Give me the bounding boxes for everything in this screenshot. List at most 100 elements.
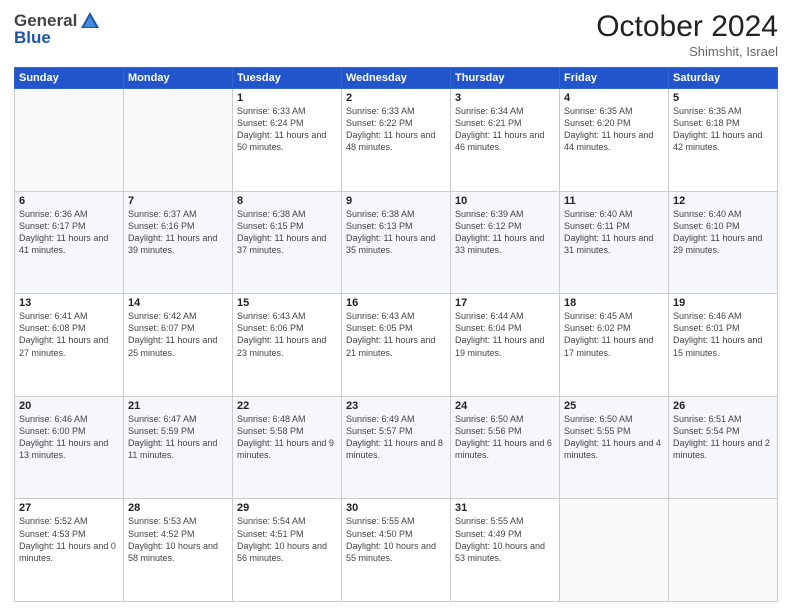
day-info: Sunrise: 5:53 AMSunset: 4:52 PMDaylight:… xyxy=(128,516,218,562)
calendar-cell xyxy=(15,89,124,192)
logo-icon xyxy=(79,10,101,32)
day-number: 31 xyxy=(455,502,555,514)
day-info: Sunrise: 6:36 AMSunset: 6:17 PMDaylight:… xyxy=(19,209,108,255)
calendar-cell: 7 Sunrise: 6:37 AMSunset: 6:16 PMDayligh… xyxy=(124,191,233,294)
calendar-cell: 21 Sunrise: 6:47 AMSunset: 5:59 PMDaylig… xyxy=(124,396,233,499)
day-info: Sunrise: 6:41 AMSunset: 6:08 PMDaylight:… xyxy=(19,311,108,357)
day-info: Sunrise: 6:43 AMSunset: 6:05 PMDaylight:… xyxy=(346,311,435,357)
day-number: 23 xyxy=(346,400,446,412)
day-number: 1 xyxy=(237,92,337,104)
day-number: 11 xyxy=(564,195,664,207)
day-info: Sunrise: 6:40 AMSunset: 6:10 PMDaylight:… xyxy=(673,209,762,255)
day-info: Sunrise: 6:35 AMSunset: 6:20 PMDaylight:… xyxy=(564,106,653,152)
calendar-cell: 30 Sunrise: 5:55 AMSunset: 4:50 PMDaylig… xyxy=(342,499,451,602)
calendar-cell: 22 Sunrise: 6:48 AMSunset: 5:58 PMDaylig… xyxy=(233,396,342,499)
day-info: Sunrise: 6:33 AMSunset: 6:22 PMDaylight:… xyxy=(346,106,435,152)
calendar-cell: 18 Sunrise: 6:45 AMSunset: 6:02 PMDaylig… xyxy=(560,294,669,397)
calendar-cell: 12 Sunrise: 6:40 AMSunset: 6:10 PMDaylig… xyxy=(669,191,778,294)
day-info: Sunrise: 6:38 AMSunset: 6:13 PMDaylight:… xyxy=(346,209,435,255)
header: General Blue October 2024 Shimshit, Isra… xyxy=(14,10,778,59)
calendar-cell: 13 Sunrise: 6:41 AMSunset: 6:08 PMDaylig… xyxy=(15,294,124,397)
calendar-cell: 3 Sunrise: 6:34 AMSunset: 6:21 PMDayligh… xyxy=(451,89,560,192)
calendar-week-4: 20 Sunrise: 6:46 AMSunset: 6:00 PMDaylig… xyxy=(15,396,778,499)
calendar-cell: 2 Sunrise: 6:33 AMSunset: 6:22 PMDayligh… xyxy=(342,89,451,192)
calendar-cell: 25 Sunrise: 6:50 AMSunset: 5:55 PMDaylig… xyxy=(560,396,669,499)
day-info: Sunrise: 6:42 AMSunset: 6:07 PMDaylight:… xyxy=(128,311,217,357)
day-number: 29 xyxy=(237,502,337,514)
day-number: 24 xyxy=(455,400,555,412)
day-number: 21 xyxy=(128,400,228,412)
day-info: Sunrise: 5:52 AMSunset: 4:53 PMDaylight:… xyxy=(19,516,116,562)
col-friday: Friday xyxy=(560,68,669,89)
col-tuesday: Tuesday xyxy=(233,68,342,89)
calendar-week-1: 1 Sunrise: 6:33 AMSunset: 6:24 PMDayligh… xyxy=(15,89,778,192)
day-number: 30 xyxy=(346,502,446,514)
day-info: Sunrise: 6:44 AMSunset: 6:04 PMDaylight:… xyxy=(455,311,544,357)
calendar-cell: 31 Sunrise: 5:55 AMSunset: 4:49 PMDaylig… xyxy=(451,499,560,602)
calendar-cell xyxy=(669,499,778,602)
day-number: 28 xyxy=(128,502,228,514)
day-number: 4 xyxy=(564,92,664,104)
calendar-cell: 10 Sunrise: 6:39 AMSunset: 6:12 PMDaylig… xyxy=(451,191,560,294)
calendar-cell: 19 Sunrise: 6:46 AMSunset: 6:01 PMDaylig… xyxy=(669,294,778,397)
day-info: Sunrise: 6:46 AMSunset: 6:00 PMDaylight:… xyxy=(19,414,108,460)
day-number: 18 xyxy=(564,297,664,309)
logo-blue: Blue xyxy=(14,28,51,48)
day-info: Sunrise: 6:47 AMSunset: 5:59 PMDaylight:… xyxy=(128,414,217,460)
day-number: 15 xyxy=(237,297,337,309)
day-info: Sunrise: 6:40 AMSunset: 6:11 PMDaylight:… xyxy=(564,209,653,255)
day-info: Sunrise: 6:45 AMSunset: 6:02 PMDaylight:… xyxy=(564,311,653,357)
day-number: 19 xyxy=(673,297,773,309)
logo: General Blue xyxy=(14,10,101,48)
day-number: 3 xyxy=(455,92,555,104)
day-number: 7 xyxy=(128,195,228,207)
day-info: Sunrise: 6:50 AMSunset: 5:56 PMDaylight:… xyxy=(455,414,552,460)
calendar-cell: 24 Sunrise: 6:50 AMSunset: 5:56 PMDaylig… xyxy=(451,396,560,499)
day-info: Sunrise: 6:33 AMSunset: 6:24 PMDaylight:… xyxy=(237,106,326,152)
col-wednesday: Wednesday xyxy=(342,68,451,89)
title-block: October 2024 Shimshit, Israel xyxy=(596,10,778,59)
day-number: 27 xyxy=(19,502,119,514)
day-info: Sunrise: 5:55 AMSunset: 4:49 PMDaylight:… xyxy=(455,516,545,562)
calendar-cell: 1 Sunrise: 6:33 AMSunset: 6:24 PMDayligh… xyxy=(233,89,342,192)
calendar-cell: 6 Sunrise: 6:36 AMSunset: 6:17 PMDayligh… xyxy=(15,191,124,294)
page: General Blue October 2024 Shimshit, Isra… xyxy=(0,0,792,612)
day-number: 5 xyxy=(673,92,773,104)
calendar-cell: 9 Sunrise: 6:38 AMSunset: 6:13 PMDayligh… xyxy=(342,191,451,294)
calendar-cell: 14 Sunrise: 6:42 AMSunset: 6:07 PMDaylig… xyxy=(124,294,233,397)
day-info: Sunrise: 6:39 AMSunset: 6:12 PMDaylight:… xyxy=(455,209,544,255)
day-info: Sunrise: 6:38 AMSunset: 6:15 PMDaylight:… xyxy=(237,209,326,255)
col-sunday: Sunday xyxy=(15,68,124,89)
day-info: Sunrise: 5:55 AMSunset: 4:50 PMDaylight:… xyxy=(346,516,436,562)
calendar-cell xyxy=(560,499,669,602)
calendar-cell: 4 Sunrise: 6:35 AMSunset: 6:20 PMDayligh… xyxy=(560,89,669,192)
calendar-week-5: 27 Sunrise: 5:52 AMSunset: 4:53 PMDaylig… xyxy=(15,499,778,602)
calendar-cell: 27 Sunrise: 5:52 AMSunset: 4:53 PMDaylig… xyxy=(15,499,124,602)
day-number: 16 xyxy=(346,297,446,309)
calendar-cell: 28 Sunrise: 5:53 AMSunset: 4:52 PMDaylig… xyxy=(124,499,233,602)
calendar-cell xyxy=(124,89,233,192)
day-number: 20 xyxy=(19,400,119,412)
calendar-week-2: 6 Sunrise: 6:36 AMSunset: 6:17 PMDayligh… xyxy=(15,191,778,294)
col-saturday: Saturday xyxy=(669,68,778,89)
day-number: 22 xyxy=(237,400,337,412)
day-info: Sunrise: 6:37 AMSunset: 6:16 PMDaylight:… xyxy=(128,209,217,255)
col-monday: Monday xyxy=(124,68,233,89)
calendar-cell: 16 Sunrise: 6:43 AMSunset: 6:05 PMDaylig… xyxy=(342,294,451,397)
calendar-table: Sunday Monday Tuesday Wednesday Thursday… xyxy=(14,67,778,602)
day-info: Sunrise: 6:46 AMSunset: 6:01 PMDaylight:… xyxy=(673,311,762,357)
day-info: Sunrise: 6:51 AMSunset: 5:54 PMDaylight:… xyxy=(673,414,770,460)
day-number: 6 xyxy=(19,195,119,207)
day-info: Sunrise: 6:35 AMSunset: 6:18 PMDaylight:… xyxy=(673,106,762,152)
calendar-cell: 23 Sunrise: 6:49 AMSunset: 5:57 PMDaylig… xyxy=(342,396,451,499)
day-number: 8 xyxy=(237,195,337,207)
location-subtitle: Shimshit, Israel xyxy=(596,44,778,59)
calendar-cell: 29 Sunrise: 5:54 AMSunset: 4:51 PMDaylig… xyxy=(233,499,342,602)
day-number: 10 xyxy=(455,195,555,207)
calendar-cell: 5 Sunrise: 6:35 AMSunset: 6:18 PMDayligh… xyxy=(669,89,778,192)
day-number: 9 xyxy=(346,195,446,207)
month-title: October 2024 xyxy=(596,10,778,44)
day-number: 12 xyxy=(673,195,773,207)
day-number: 26 xyxy=(673,400,773,412)
day-info: Sunrise: 6:43 AMSunset: 6:06 PMDaylight:… xyxy=(237,311,326,357)
